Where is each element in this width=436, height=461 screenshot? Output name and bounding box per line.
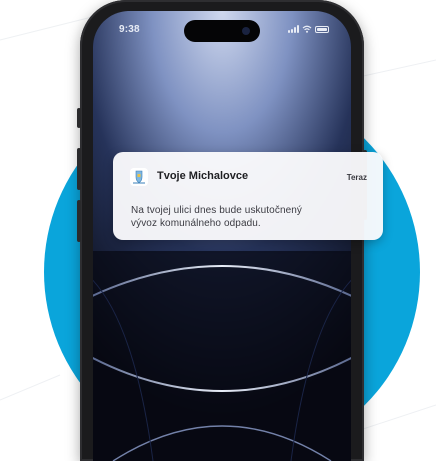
mute-switch	[77, 108, 81, 128]
notification-body-line: vývoz komunálneho odpadu.	[131, 218, 261, 229]
notification-app-name: Tvoje Michalovce	[157, 170, 249, 182]
push-notification[interactable]: Tvoje Michalovce Teraz Na tvojej ulici d…	[113, 152, 383, 240]
status-time: 9:38	[119, 24, 140, 35]
volume-up-button	[77, 148, 81, 190]
status-icons	[288, 25, 329, 33]
city-crest-icon	[130, 168, 148, 186]
wifi-icon	[302, 25, 312, 33]
dynamic-island	[184, 20, 260, 42]
battery-icon	[315, 26, 329, 33]
front-camera	[242, 27, 250, 35]
cellular-signal-icon	[288, 25, 299, 33]
notification-body-line: Na tvojej ulici dnes bude uskutočnený	[131, 205, 303, 216]
notification-body: Na tvojej ulici dnes bude uskutočnený vý…	[131, 204, 371, 230]
promo-stage: 9:38 Tvoje Michalovce Teraz Na tvojej ul…	[0, 0, 436, 461]
volume-down-button	[77, 200, 81, 242]
notification-time: Teraz	[346, 173, 367, 182]
